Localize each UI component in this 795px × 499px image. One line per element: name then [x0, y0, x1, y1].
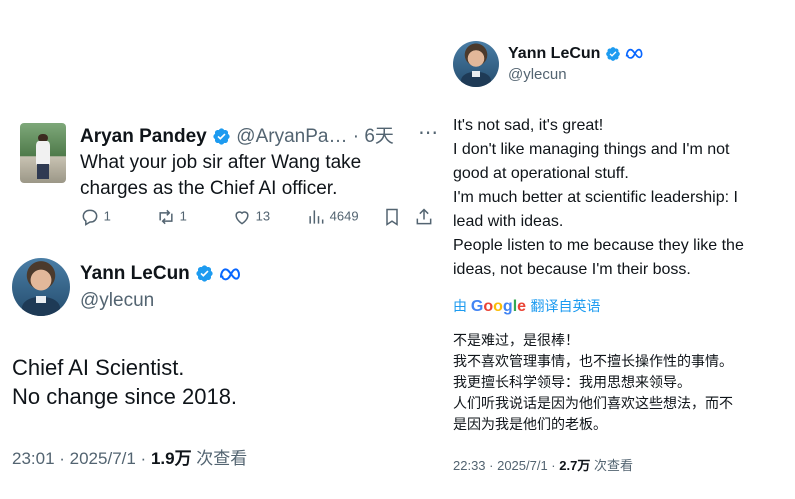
verified-badge-icon — [606, 46, 620, 61]
bookmark-icon — [386, 208, 398, 226]
tweet-timestamp[interactable]: 23:01 · 2025/7/1 · — [12, 449, 151, 468]
view-count: 2.7万 — [559, 458, 591, 473]
reply-action-bar: 1 1 13 4649 — [80, 207, 435, 231]
like-icon — [235, 211, 249, 225]
main-tweet-meta: 23:01 · 2025/7/1 · 1.9万 次查看 — [12, 449, 248, 468]
google-logo: Google — [470, 298, 527, 315]
share-button[interactable] — [414, 207, 434, 227]
like-button[interactable]: 13 — [232, 207, 270, 227]
main-author-handle[interactable]: @ylecun — [80, 290, 154, 312]
reply-text: What your job sir after Wang take charge… — [80, 152, 362, 199]
translated-text: 不是难过，是很棒！ 我不喜欢管理事情，也不擅长操作性的事情。 我更擅长科学领导：… — [453, 332, 733, 432]
verified-badge-icon — [213, 128, 230, 146]
reply-handle-time: @AryanPa… · 6天 — [236, 126, 394, 147]
main-tweet-text: Chief AI Scientist. No change since 2018… — [12, 355, 238, 409]
right-author: Yann LeCun — [508, 45, 645, 63]
right-author-name[interactable]: Yann LeCun — [508, 45, 600, 62]
translation-attribution[interactable]: 由 Google 翻译自英语 — [453, 296, 601, 316]
reply-icon — [82, 209, 98, 226]
meta-logo-icon — [220, 268, 241, 281]
reply-author-name[interactable]: Aryan Pandey — [80, 126, 207, 147]
main-author-name[interactable]: Yann LeCun — [80, 263, 190, 284]
repost-icon — [159, 209, 173, 225]
main-author: Yann LeCun — [80, 263, 243, 285]
verified-badge-icon — [196, 265, 213, 283]
share-icon — [416, 208, 432, 225]
yann-avatar-right[interactable] — [453, 41, 499, 87]
right-author-handle[interactable]: @ylecun — [508, 66, 567, 83]
right-tweet-meta: 22:33 · 2025/7/1 · 2.7万 次查看 — [453, 458, 633, 473]
right-tweet-text: It's not sad, it's great! I don't like m… — [453, 117, 744, 278]
repost-button[interactable]: 1 — [156, 207, 187, 227]
reply-button[interactable]: 1 — [80, 207, 111, 227]
view-count: 1.9万 — [150, 449, 192, 468]
tweet-timestamp[interactable]: 22:33 · 2025/7/1 · — [453, 458, 559, 473]
more-icon[interactable]: ⋯ — [418, 120, 438, 145]
bookmark-button[interactable] — [382, 207, 402, 227]
yann-avatar-left[interactable] — [12, 258, 70, 316]
aryan-avatar[interactable] — [20, 123, 66, 183]
meta-logo-icon — [626, 49, 643, 60]
views-button[interactable]: 4649 — [306, 207, 359, 227]
views-icon — [309, 210, 324, 224]
reply-header: Aryan Pandey @AryanPa… · 6天 — [80, 121, 394, 148]
